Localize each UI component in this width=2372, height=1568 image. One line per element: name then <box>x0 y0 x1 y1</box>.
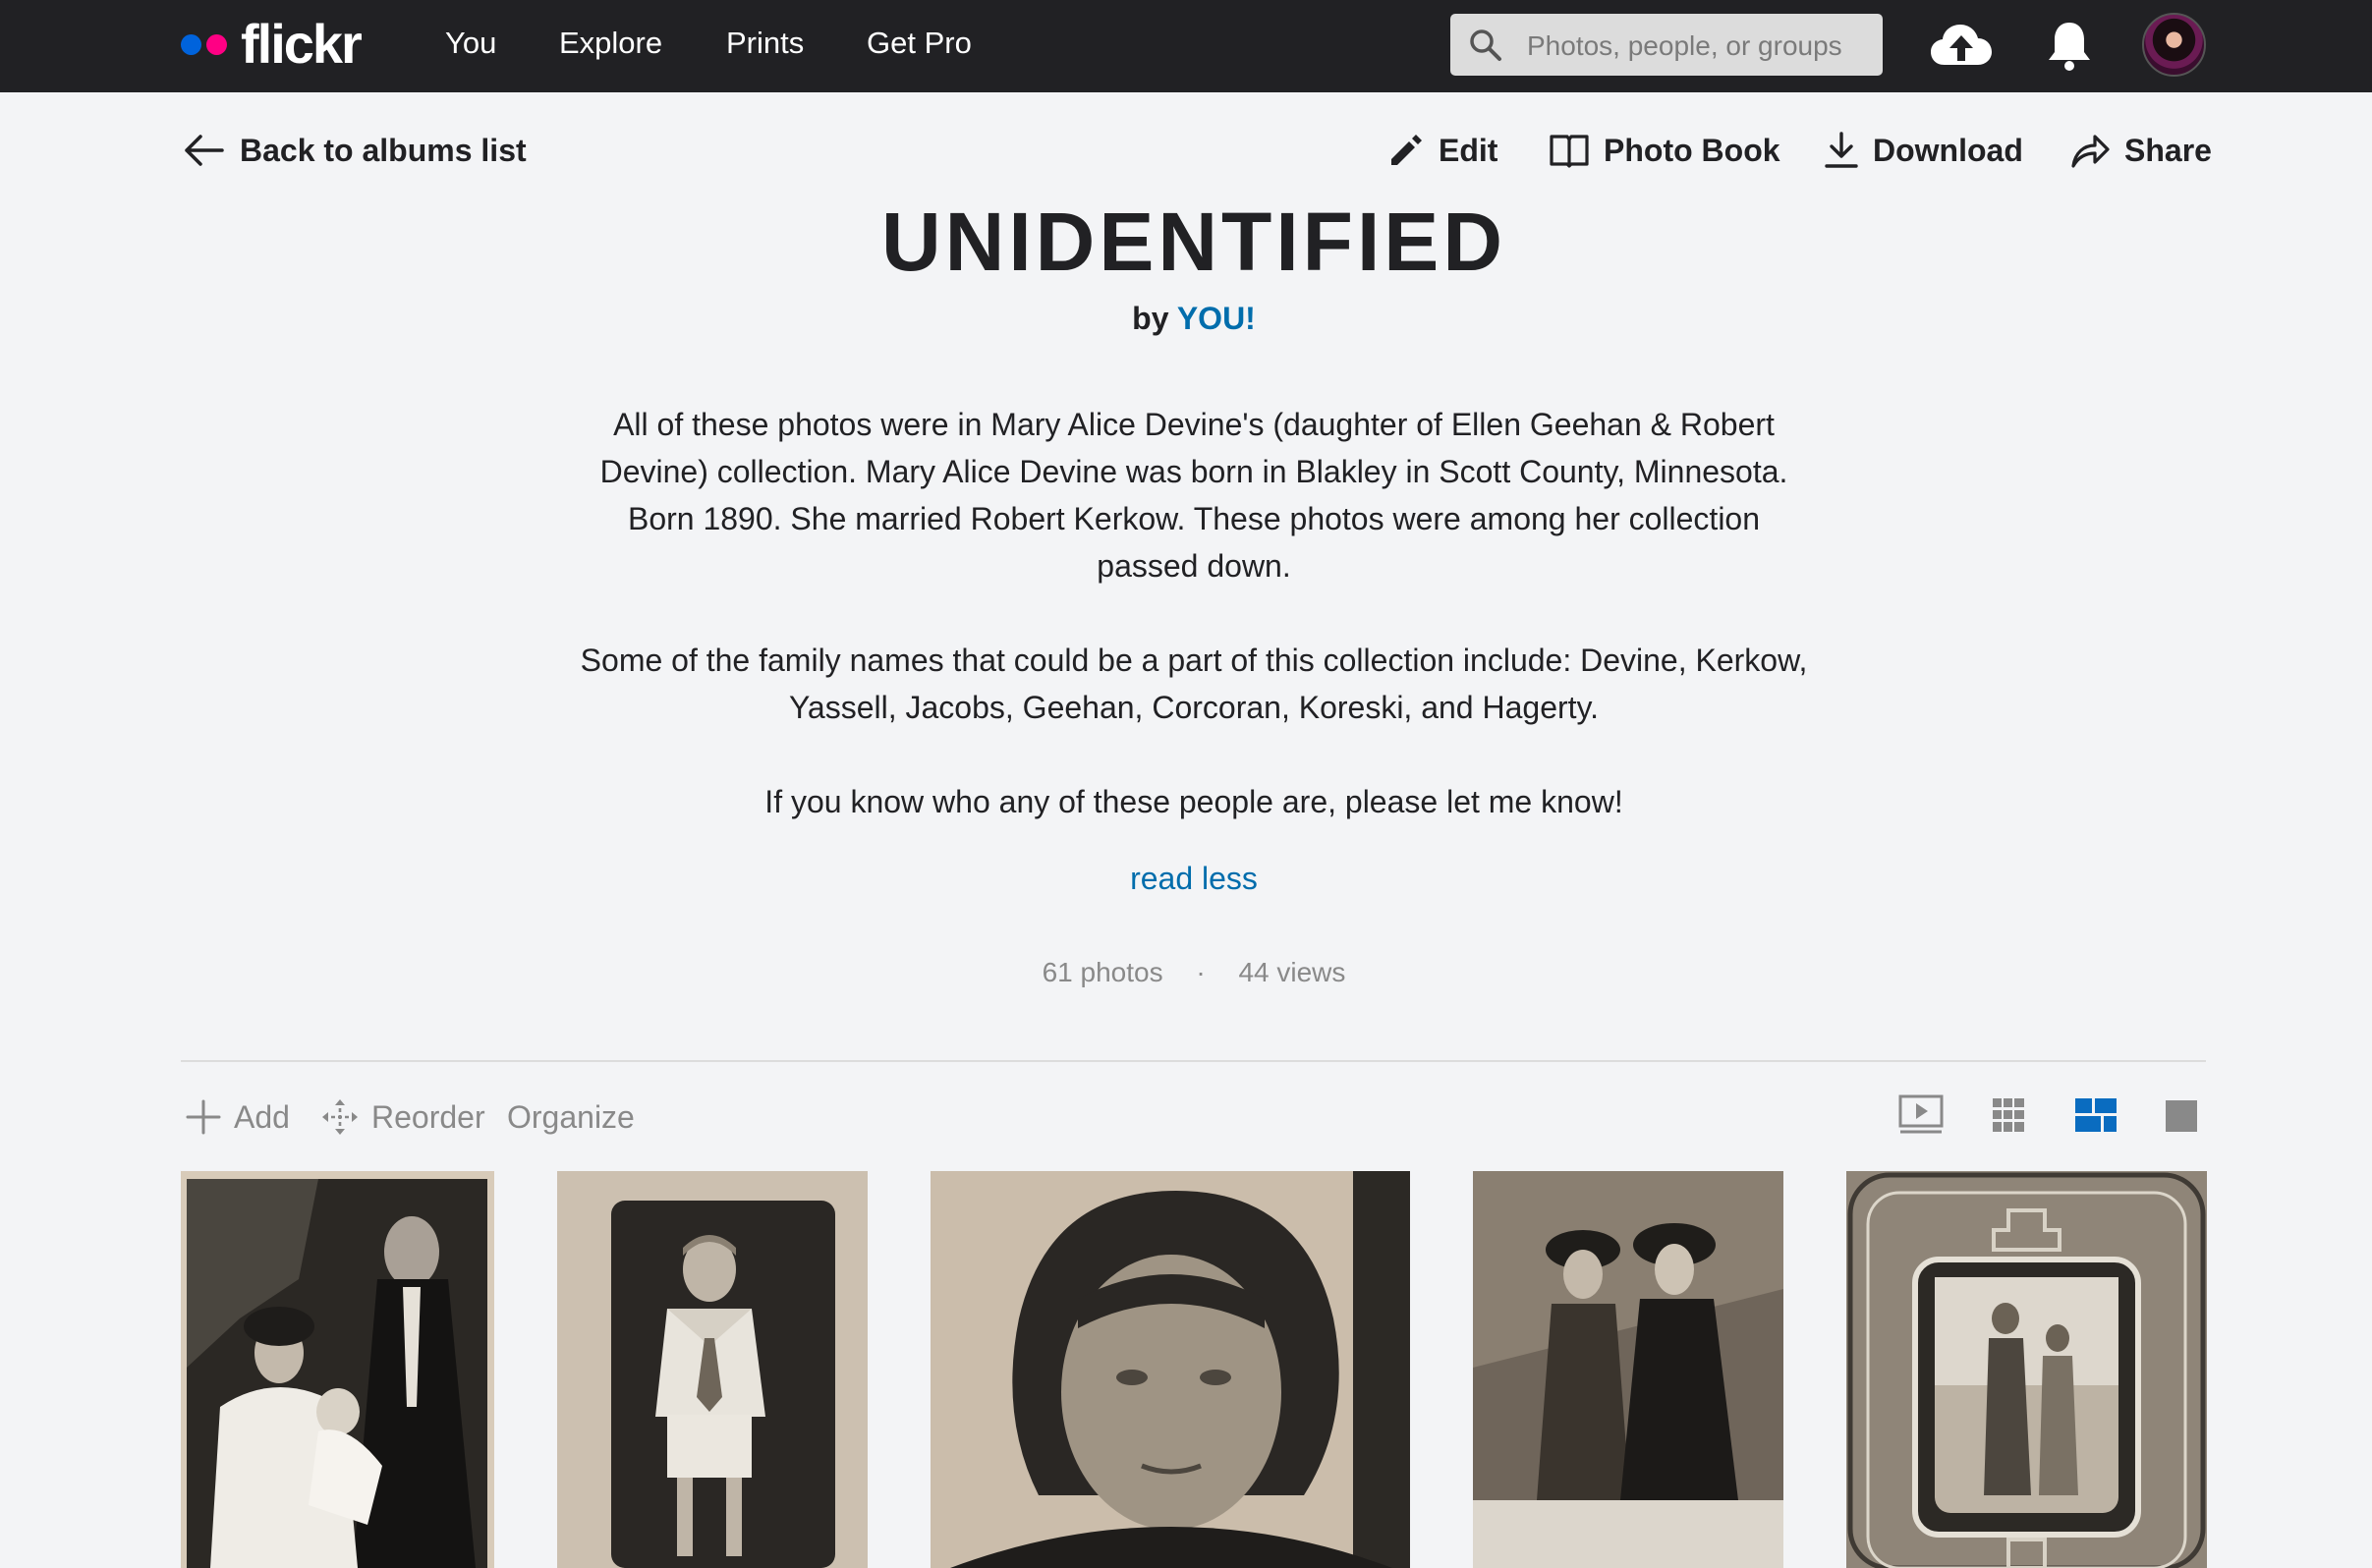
photos-count: 61 photos <box>1042 957 1163 987</box>
album-description: All of these photos were in Mary Alice D… <box>575 401 1813 872</box>
section-divider <box>181 1060 2206 1062</box>
search-box[interactable] <box>1450 14 1883 78</box>
share-arrow-icon <box>2071 135 2110 168</box>
logo-pink-dot <box>206 33 227 55</box>
description-paragraph: If you know who any of these people are,… <box>764 784 1623 819</box>
read-less-label[interactable]: read less <box>1130 861 1258 896</box>
byline-prefix: by <box>1132 301 1169 336</box>
photo-boy-sailor-suit <box>557 1171 868 1568</box>
views-count: 44 views <box>1238 957 1346 987</box>
photo-book-button[interactable]: Photo Book <box>1549 126 1780 175</box>
nav-link-explore[interactable]: Explore <box>559 24 662 63</box>
single-photo-icon[interactable] <box>2166 1100 2197 1132</box>
edit-label: Edit <box>1439 132 1498 168</box>
logo-wordmark: flickr <box>241 13 363 75</box>
download-button[interactable]: Download <box>1824 126 2023 175</box>
photo-family-portrait <box>181 1171 494 1568</box>
description-paragraph: Some of the family names that could be a… <box>580 643 1808 725</box>
search-icon[interactable] <box>1468 28 1503 63</box>
edit-button[interactable]: Edit <box>1387 126 1497 175</box>
flickr-logo[interactable]: flickr <box>181 13 363 75</box>
nav-link-you[interactable]: You <box>445 24 496 63</box>
album-owner-link[interactable]: YOU! <box>1177 301 1256 336</box>
share-label: Share <box>2124 132 2212 168</box>
back-to-albums-label: Back to albums list <box>240 132 527 168</box>
book-icon <box>1550 135 1589 168</box>
album-photo[interactable] <box>1473 1171 1783 1568</box>
organize-button[interactable]: Organize <box>507 1092 635 1142</box>
album-title: UNIDENTIFIED <box>881 196 1506 288</box>
logo-blue-dot <box>181 33 201 55</box>
download-icon <box>1825 132 1858 168</box>
back-to-albums-link[interactable]: Back to albums list <box>183 126 527 175</box>
pencil-icon <box>1391 135 1422 165</box>
photo-two-women-hats <box>1473 1171 1783 1568</box>
search-input[interactable] <box>1525 14 1873 78</box>
plus-icon <box>186 1099 221 1135</box>
album-stats: 61 photos · 44 views <box>0 951 2372 994</box>
album-photo[interactable] <box>931 1171 1410 1568</box>
slideshow-icon[interactable] <box>1898 1094 1944 1136</box>
photo-framed-men-outdoors <box>1846 1171 2207 1568</box>
top-navigation-bar: flickr You Explore Prints Get Pro <box>0 0 2372 92</box>
stats-separator: · <box>1196 957 1206 987</box>
album-byline: by YOU! <box>0 297 2372 340</box>
arrow-left-icon <box>185 135 224 166</box>
upload-cloud-icon[interactable] <box>1929 22 1994 69</box>
reorder-label: Reorder <box>371 1098 485 1135</box>
justified-layout-icon[interactable] <box>2075 1098 2117 1132</box>
download-label: Download <box>1873 132 2023 168</box>
add-button[interactable]: Add <box>185 1092 290 1142</box>
album-photo[interactable] <box>1846 1171 2207 1568</box>
description-paragraph: All of these photos were in Mary Alice D… <box>599 407 1788 584</box>
move-arrows-icon <box>322 1099 358 1135</box>
user-avatar[interactable] <box>2142 13 2206 77</box>
read-less-link[interactable]: read less <box>0 855 2372 902</box>
album-photo[interactable] <box>557 1171 868 1568</box>
share-button[interactable]: Share <box>2069 126 2212 175</box>
nav-link-prints[interactable]: Prints <box>726 24 804 63</box>
notification-bell-icon[interactable] <box>2046 20 2093 73</box>
reorder-button[interactable]: Reorder <box>320 1092 485 1142</box>
album-photo[interactable] <box>181 1171 494 1568</box>
organize-label: Organize <box>507 1098 635 1135</box>
nav-link-get-pro[interactable]: Get Pro <box>867 24 972 63</box>
photo-woman-closeup <box>931 1171 1410 1568</box>
photo-book-label: Photo Book <box>1604 132 1780 168</box>
small-grid-icon[interactable] <box>1993 1098 2024 1132</box>
add-label: Add <box>234 1098 290 1135</box>
